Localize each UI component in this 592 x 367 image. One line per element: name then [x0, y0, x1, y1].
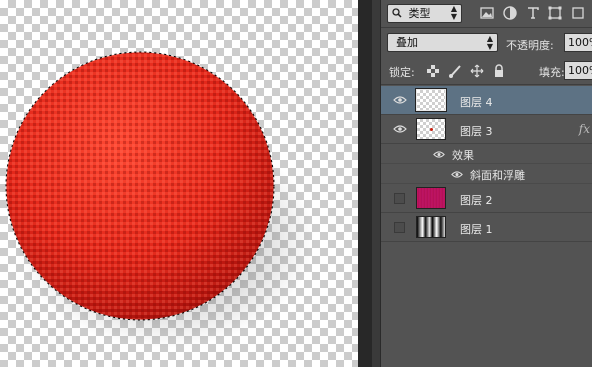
document-canvas[interactable] — [0, 0, 358, 367]
blend-options-bar: 叠加 ▲▼ 不透明度: 100% — [381, 29, 592, 57]
lock-label: 锁定: — [389, 66, 415, 79]
blend-mode-dropdown[interactable]: 叠加 ▲ ▼ — [387, 33, 498, 52]
eye-icon[interactable] — [393, 124, 407, 134]
sphere-artwork — [5, 51, 315, 348]
text-filter-icon[interactable] — [525, 5, 541, 21]
layer-row-4[interactable]: 图层 4 — [381, 86, 592, 115]
bevel-emboss-label: 斜面和浮雕 — [470, 169, 525, 182]
layer-effect-bevel-emboss[interactable]: 斜面和浮雕 — [381, 164, 592, 184]
layer-filter-dropdown[interactable]: 类型 ▲ ▼ — [387, 4, 462, 23]
layer-thumbnail — [416, 187, 446, 209]
layer-name[interactable]: 图层 4 — [460, 94, 493, 110]
layer-thumbnail — [415, 88, 447, 112]
layers-panel: 类型 ▲▼ 叠加 ▲▼ 不透明度: 100% — [381, 0, 592, 367]
smart-object-filter-icon[interactable] — [570, 5, 586, 21]
adjustment-filter-icon[interactable] — [502, 5, 518, 21]
filter-type-label: 类型 — [408, 7, 431, 20]
layer-filter-bar: 类型 ▲ ▼ — [381, 0, 592, 28]
fx-icon[interactable]: fx — [579, 122, 590, 136]
layer-row-1[interactable]: 图层 1 — [381, 213, 592, 242]
layer-name[interactable]: 图层 1 — [460, 221, 493, 237]
eye-icon[interactable] — [433, 150, 445, 159]
layer-row-3[interactable]: 图层 3 fx — [381, 115, 592, 144]
dropdown-arrows-icon: ▲ ▼ — [450, 4, 457, 21]
lock-move-icon[interactable] — [470, 64, 484, 78]
panel-collapse-strip[interactable] — [372, 0, 381, 367]
visibility-toggle[interactable] — [394, 193, 405, 204]
layer-name[interactable]: 图层 3 — [460, 123, 493, 139]
fill-label: 填充: — [539, 66, 565, 79]
image-filter-icon[interactable] — [479, 5, 495, 21]
search-icon — [392, 8, 402, 18]
fill-input[interactable]: 100% — [564, 61, 592, 80]
visibility-toggle[interactable] — [394, 222, 405, 233]
layers-list: 图层 4 图层 3 fx 效果 斜面和浮雕 图层 2 图层 1 — [381, 86, 592, 242]
layer-name[interactable]: 图层 2 — [460, 192, 493, 208]
dropdown-arrows-icon: ▲ ▼ — [486, 34, 493, 51]
lock-options-bar: 锁定: 填充: 100% — [381, 58, 592, 85]
eye-icon[interactable] — [451, 170, 463, 179]
shape-filter-icon[interactable] — [547, 5, 563, 21]
layer-effects-group[interactable]: 效果 — [381, 144, 592, 164]
lock-all-icon[interactable] — [492, 64, 506, 78]
layer-row-2[interactable]: 图层 2 — [381, 184, 592, 213]
layer-thumbnail — [416, 118, 446, 140]
lock-paint-icon[interactable] — [448, 64, 462, 78]
layer-thumbnail — [416, 216, 446, 238]
eye-icon[interactable] — [393, 95, 407, 105]
blend-mode-value: 叠加 — [396, 36, 418, 49]
effects-label: 效果 — [452, 149, 474, 162]
opacity-input[interactable]: 100% — [564, 33, 592, 52]
opacity-label: 不透明度: — [506, 39, 554, 52]
panel-dock-gutter — [358, 0, 372, 367]
lock-transparent-icon[interactable] — [426, 64, 440, 78]
